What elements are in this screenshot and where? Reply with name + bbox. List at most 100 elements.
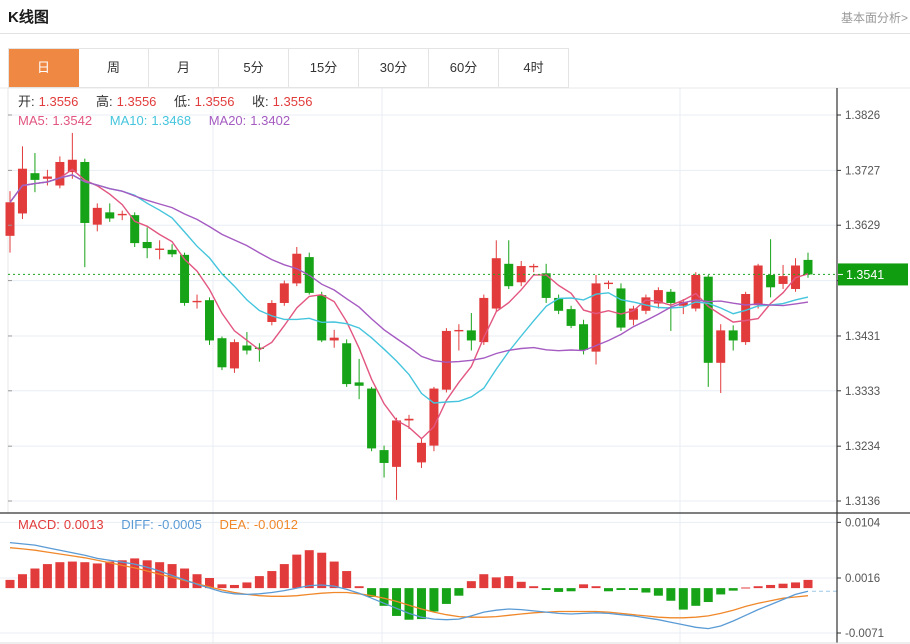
- macd-bar: [542, 588, 551, 590]
- candle: [529, 266, 538, 267]
- candle: [729, 330, 738, 340]
- candles-layer: [6, 133, 813, 500]
- candle: [230, 342, 239, 368]
- macd-bar: [18, 574, 27, 588]
- close-label: 收:: [252, 94, 269, 109]
- tab-4时[interactable]: 4时: [499, 49, 568, 87]
- macd-bar: [754, 586, 763, 588]
- macd-bar: [280, 564, 289, 588]
- macd-bar: [704, 588, 713, 602]
- candle: [193, 301, 202, 302]
- candle: [317, 295, 326, 340]
- candle: [417, 443, 426, 463]
- dea-label: DEA:: [220, 517, 250, 532]
- macd-bar: [791, 582, 800, 588]
- candle: [242, 345, 251, 350]
- macd-value: 0.0013: [64, 517, 104, 532]
- candle: [579, 324, 588, 350]
- tab-日[interactable]: 日: [9, 49, 79, 87]
- candle: [80, 162, 89, 223]
- candle: [467, 330, 476, 340]
- ma20-label: MA20:: [209, 113, 247, 128]
- macd-bar: [766, 585, 775, 588]
- candle: [754, 265, 763, 305]
- candle: [217, 338, 226, 367]
- candle: [342, 343, 351, 384]
- kline-widget: K线图 基本面分析> 日周月5分15分30分60分4时 1.38261.3727…: [0, 0, 910, 644]
- candle: [604, 283, 613, 284]
- macd-bar: [691, 588, 700, 606]
- candle: [118, 214, 127, 215]
- candle: [392, 420, 401, 466]
- candle: [43, 177, 52, 179]
- candle: [429, 389, 438, 446]
- dea-value: -0.0012: [254, 517, 298, 532]
- candle: [55, 162, 64, 185]
- macd-bar: [641, 588, 650, 592]
- candle: [380, 450, 389, 463]
- macd-bar: [68, 562, 77, 589]
- open-value: 1.3556: [39, 94, 79, 109]
- candle: [280, 283, 289, 303]
- high-label: 高:: [96, 94, 113, 109]
- macd-bar: [529, 586, 538, 588]
- candle: [504, 264, 513, 286]
- macd-bar: [442, 588, 451, 604]
- candle: [666, 292, 675, 303]
- candle: [155, 249, 164, 250]
- macd-bar: [80, 562, 89, 588]
- macd-bar: [429, 588, 438, 611]
- macd-bar: [330, 562, 339, 589]
- tab-周[interactable]: 周: [79, 49, 149, 87]
- macd-bar: [355, 586, 364, 588]
- macd-bar: [554, 588, 563, 592]
- macd-label: MACD:: [18, 517, 60, 532]
- macd-histogram: [6, 550, 813, 620]
- candle: [205, 300, 214, 340]
- candle: [6, 202, 15, 236]
- tab-月[interactable]: 月: [149, 49, 219, 87]
- macd-bar: [779, 584, 788, 588]
- candle: [105, 212, 114, 218]
- macd-row: MACD:0.0013 DIFF:-0.0005 DEA:-0.0012: [18, 517, 302, 532]
- tab-5分[interactable]: 5分: [219, 49, 289, 87]
- macd-bar: [604, 588, 613, 591]
- macd-bar: [479, 574, 488, 588]
- macd-bar: [804, 580, 813, 588]
- macd-tick-label: 0.0104: [845, 517, 881, 529]
- macd-bar: [105, 562, 114, 589]
- ohlc-row: 开:1.3556 高:1.3556 低:1.3556 收:1.3556: [18, 91, 316, 110]
- tab-60分[interactable]: 60分: [429, 49, 499, 87]
- candle: [804, 260, 813, 275]
- macd-bar: [93, 563, 102, 588]
- close-value: 1.3556: [273, 94, 313, 109]
- macd-bar: [467, 581, 476, 588]
- macd-bar: [666, 588, 675, 601]
- candle: [741, 294, 750, 342]
- ma5-label: MA5:: [18, 113, 48, 128]
- gridlines: [0, 88, 837, 643]
- macd-bar: [492, 577, 501, 588]
- tab-15分[interactable]: 15分: [289, 49, 359, 87]
- macd-bar: [679, 588, 688, 609]
- macd-bar: [716, 588, 725, 594]
- candle: [454, 330, 463, 331]
- candle: [267, 303, 276, 322]
- macd-tick-label: 0.0016: [845, 573, 880, 585]
- candle: [616, 288, 625, 327]
- macd-bar: [267, 571, 276, 588]
- tab-30分[interactable]: 30分: [359, 49, 429, 87]
- macd-bar: [741, 587, 750, 588]
- candle: [779, 276, 788, 284]
- macd-bar: [729, 588, 738, 591]
- ma10-line: [10, 175, 808, 403]
- macd-bar: [143, 560, 152, 588]
- price-tick-label: 1.3333: [845, 386, 880, 398]
- macd-bar: [592, 586, 601, 588]
- macd-bar: [43, 564, 52, 588]
- ma20-line: [10, 175, 808, 362]
- price-tick-label: 1.3136: [845, 496, 880, 508]
- candle: [18, 169, 27, 214]
- price-tick-label: 1.3629: [845, 220, 880, 232]
- macd-bar: [292, 555, 301, 589]
